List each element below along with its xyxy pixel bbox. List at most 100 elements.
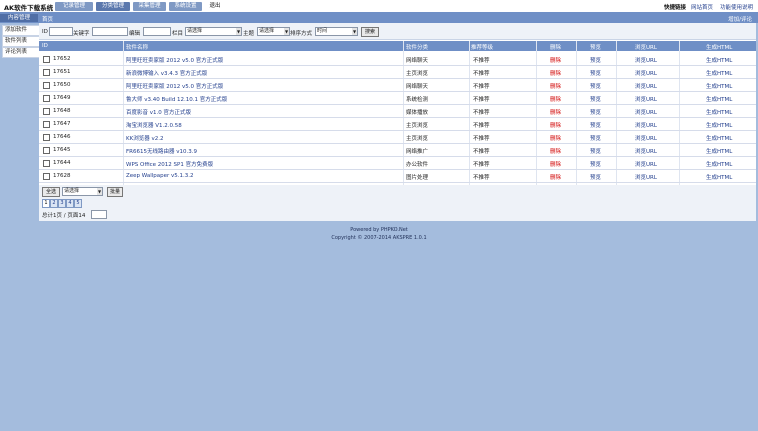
page-link-2[interactable]: 2 xyxy=(50,199,58,208)
page-link-4[interactable]: 4 xyxy=(66,199,74,208)
batch-select[interactable]: 请选择 ▼ xyxy=(62,187,103,196)
editor-input[interactable] xyxy=(143,27,171,36)
row-preview[interactable]: 预览 xyxy=(590,56,601,64)
keyword-label: 关键字 xyxy=(73,31,90,37)
row-delete[interactable]: 删除 xyxy=(550,56,561,64)
row-checkbox[interactable] xyxy=(43,56,50,63)
sort-select-value: 时间 xyxy=(317,28,328,34)
row-checkbox[interactable] xyxy=(43,69,50,76)
row-url[interactable]: 浏览URL xyxy=(635,108,657,116)
row-generate[interactable]: 生成HTML xyxy=(706,69,732,77)
sidebar-header: 内容管理 xyxy=(0,14,38,22)
row-preview[interactable]: 预览 xyxy=(590,147,601,155)
row-checkbox[interactable] xyxy=(43,121,50,128)
row-title[interactable]: 新浪微博输入 v3.4.3 官方正式版 xyxy=(126,69,207,77)
row-title[interactable]: KK浏览器 v2.2 xyxy=(126,134,163,142)
row-generate[interactable]: 生成HTML xyxy=(706,173,732,181)
topic-select[interactable]: 请选择 ▼ xyxy=(257,27,290,36)
row-delete[interactable]: 删除 xyxy=(550,134,561,142)
row-generate[interactable]: 生成HTML xyxy=(706,147,732,155)
keyword-input[interactable] xyxy=(92,27,128,36)
row-url[interactable]: 浏览URL xyxy=(635,134,657,142)
column-select[interactable]: 请选择 ▼ xyxy=(185,27,242,36)
row-generate[interactable]: 生成HTML xyxy=(706,95,732,103)
row-delete[interactable]: 删除 xyxy=(550,82,561,90)
row-title[interactable]: 阿里旺旺卖家版 2012 v5.0 官方正式版 xyxy=(126,82,223,90)
row-title[interactable]: 百度影音 v1.0 官方正式版 xyxy=(126,108,191,116)
breadcrumb-right[interactable]: 增加/评论 xyxy=(728,15,752,23)
row-title[interactable]: 鲁大师 v3.40 Build 12.10.1 官方正式版 xyxy=(126,95,227,103)
page-link-5[interactable]: 5 xyxy=(74,199,82,208)
row-delete[interactable]: 删除 xyxy=(550,95,561,103)
row-delete[interactable]: 删除 xyxy=(550,173,561,181)
row-url[interactable]: 浏览URL xyxy=(635,56,657,64)
row-checkbox[interactable] xyxy=(43,95,50,102)
row-recommend: 不推荐 xyxy=(473,123,490,129)
th-generate: 生成HTML xyxy=(706,45,733,51)
row-generate[interactable]: 生成HTML xyxy=(706,160,732,168)
row-title[interactable]: 阿里旺旺卖家版 2012 v5.0 官方正式版 xyxy=(126,56,223,64)
search-button[interactable]: 搜索 xyxy=(361,27,379,37)
row-title[interactable]: FR6615无线路由器 v10.3.9 xyxy=(126,147,197,155)
filter-bar: ID 关键字 编辑 栏目 请选择 ▼ 主题 请选择 ▼ 排序方式 时间 ▼ 搜索 xyxy=(39,23,756,40)
row-generate[interactable]: 生成HTML xyxy=(706,56,732,64)
row-id: 17647 xyxy=(53,121,71,127)
row-checkbox[interactable] xyxy=(43,147,50,154)
row-checkbox[interactable] xyxy=(43,160,50,167)
row-url[interactable]: 浏览URL xyxy=(635,147,657,155)
row-generate[interactable]: 生成HTML xyxy=(706,134,732,142)
row-preview[interactable]: 预览 xyxy=(590,134,601,142)
row-generate[interactable]: 生成HTML xyxy=(706,108,732,116)
select-all-button[interactable]: 全选 xyxy=(42,187,60,197)
nav-tab-settings[interactable]: 系统设置 xyxy=(169,2,202,11)
row-url[interactable]: 浏览URL xyxy=(635,95,657,103)
row-url[interactable]: 浏览URL xyxy=(635,121,657,129)
row-url[interactable]: 浏览URL xyxy=(635,69,657,77)
row-delete[interactable]: 删除 xyxy=(550,147,561,155)
nav-logout[interactable]: 退出 xyxy=(205,2,225,11)
top-bar: AK软件下载系统 记录管理 分类管理 采集管理 系统设置 退出 快捷链接 网站首… xyxy=(0,0,758,19)
row-title[interactable]: Zeep Wallpaper v5.1.3.2 xyxy=(126,173,194,179)
row-generate[interactable]: 生成HTML xyxy=(706,121,732,129)
row-delete[interactable]: 删除 xyxy=(550,160,561,168)
row-generate[interactable]: 生成HTML xyxy=(706,82,732,90)
app-title: AK软件下载系统 xyxy=(4,4,54,12)
row-delete[interactable]: 删除 xyxy=(550,108,561,116)
row-checkbox[interactable] xyxy=(43,108,50,115)
id-label: ID xyxy=(42,29,48,35)
batch-button[interactable]: 批量 xyxy=(107,187,123,197)
row-preview[interactable]: 预览 xyxy=(590,82,601,90)
row-preview[interactable]: 预览 xyxy=(590,173,601,181)
page-link-3[interactable]: 3 xyxy=(58,199,66,208)
row-checkbox[interactable] xyxy=(43,82,50,89)
row-title[interactable]: 淘宝浏览器 V1.2.0.58 xyxy=(126,121,182,129)
row-preview[interactable]: 预览 xyxy=(590,95,601,103)
row-id: 17648 xyxy=(53,108,71,114)
row-delete[interactable]: 删除 xyxy=(550,121,561,129)
row-preview[interactable]: 预览 xyxy=(590,121,601,129)
row-preview[interactable]: 预览 xyxy=(590,69,601,77)
nav-tab-category[interactable]: 分类管理 xyxy=(96,2,130,11)
row-preview[interactable]: 预览 xyxy=(590,160,601,168)
row-title[interactable]: WPS Office 2012 SP1 官方免费版 xyxy=(126,160,213,168)
nav-tab-records[interactable]: 记录管理 xyxy=(55,2,93,11)
page-jump-input[interactable] xyxy=(91,210,107,219)
home-link[interactable]: 网站首页 xyxy=(691,3,713,11)
sidebar-item-software-list[interactable]: 软件列表 xyxy=(2,36,40,47)
row-preview[interactable]: 预览 xyxy=(590,108,601,116)
page-link-1[interactable]: 1 xyxy=(42,199,50,208)
sidebar-item-add-software[interactable]: 添加软件 xyxy=(2,25,40,36)
sidebar-item-comment-list[interactable]: 评论列表 xyxy=(2,47,40,58)
row-url[interactable]: 浏览URL xyxy=(635,82,657,90)
id-input[interactable] xyxy=(49,27,73,36)
nav-tab-collect[interactable]: 采集管理 xyxy=(133,2,166,11)
row-url[interactable]: 浏览URL xyxy=(635,160,657,168)
chevron-down-icon: ▼ xyxy=(97,188,102,195)
table-row: 17650 阿里旺旺卖家版 2012 v5.0 官方正式版 网络聊天 不推荐 删… xyxy=(39,79,756,92)
row-checkbox[interactable] xyxy=(43,173,50,180)
row-checkbox[interactable] xyxy=(43,134,50,141)
column-select-value: 请选择 xyxy=(187,28,203,34)
row-url[interactable]: 浏览URL xyxy=(635,173,657,181)
sort-select[interactable]: 时间 ▼ xyxy=(315,27,358,36)
row-delete[interactable]: 删除 xyxy=(550,69,561,77)
